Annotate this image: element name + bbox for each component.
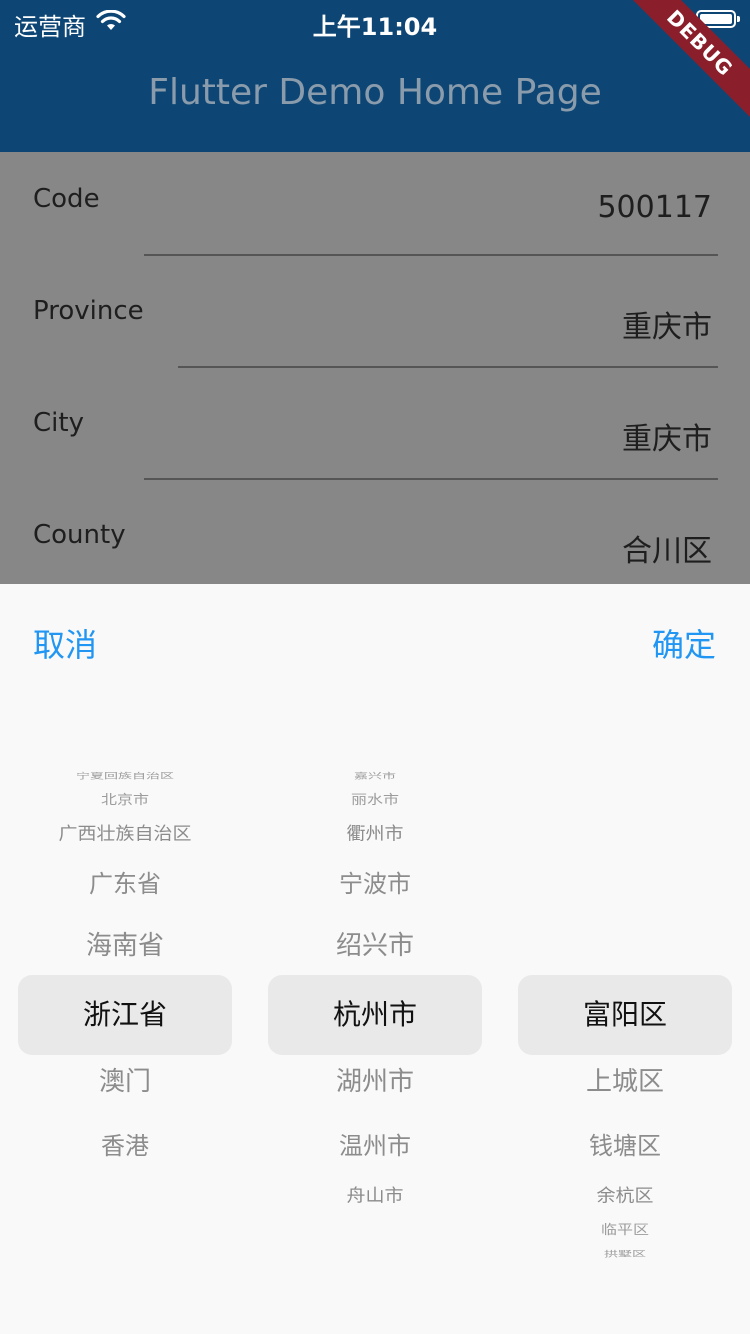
picker-item[interactable]: 钱塘区 <box>518 1132 732 1161</box>
form-row-province[interactable]: Province 重庆市 <box>0 264 750 376</box>
district-wheel[interactable]: 富阳区上城区钱塘区余杭区临平区拱墅区 <box>518 584 732 1334</box>
code-label: Code <box>33 184 100 214</box>
picker-item-selected[interactable]: 杭州市 <box>268 998 482 1032</box>
province-label: Province <box>33 296 144 326</box>
code-underline <box>144 254 718 256</box>
status-bar: 运营商 上午11:04 <box>0 0 750 44</box>
picker-item[interactable]: 绍兴市 <box>268 931 482 962</box>
picker-item[interactable]: 丽水市 <box>268 792 482 807</box>
picker-item[interactable]: 湖州市 <box>268 1067 482 1098</box>
picker-item-selected[interactable]: 富阳区 <box>518 998 732 1032</box>
picker-item[interactable]: 上城区 <box>518 1067 732 1098</box>
picker-item[interactable]: 衢州市 <box>268 824 482 845</box>
code-value[interactable]: 500117 <box>597 190 712 225</box>
picker-item[interactable]: 余杭区 <box>518 1186 732 1207</box>
county-value[interactable]: 合川区 <box>622 526 712 570</box>
clock: 上午11:04 <box>312 13 438 41</box>
picker-item[interactable]: 舟山市 <box>268 1186 482 1207</box>
picker-item[interactable]: 拱墅区 <box>518 1249 732 1258</box>
address-form: Code 500117 Province 重庆市 City 重庆市 County… <box>0 152 750 584</box>
province-underline <box>178 366 718 368</box>
picker-item-selected[interactable]: 浙江省 <box>18 998 232 1032</box>
picker-item[interactable]: 温州市 <box>268 1132 482 1161</box>
form-row-county[interactable]: County 合川区 <box>0 488 750 584</box>
form-row-city[interactable]: City 重庆市 <box>0 376 750 488</box>
picker-item[interactable]: 北京市 <box>18 792 232 807</box>
app-bar: 运营商 上午11:04 Flutter Demo Home Page DEBUG <box>0 0 750 152</box>
province-value[interactable]: 重庆市 <box>622 302 712 346</box>
province-wheel[interactable]: 宁夏回族自治区北京市广西壮族自治区广东省海南省浙江省澳门香港 <box>18 584 232 1334</box>
form-row-code[interactable]: Code 500117 <box>0 152 750 264</box>
city-value[interactable]: 重庆市 <box>622 414 712 458</box>
page-title: Flutter Demo Home Page <box>148 72 602 113</box>
county-label: County <box>33 520 126 550</box>
picker-item[interactable]: 澳门 <box>18 1067 232 1098</box>
picker-item[interactable]: 香港 <box>18 1132 232 1161</box>
picker-item[interactable]: 广西壮族自治区 <box>18 824 232 845</box>
picker-item[interactable]: 宁夏回族自治区 <box>18 771 232 780</box>
picker-item[interactable]: 宁波市 <box>268 870 482 899</box>
picker-item[interactable]: 广东省 <box>18 870 232 899</box>
city-underline <box>144 478 718 480</box>
city-wheel[interactable]: 嘉兴市丽水市衢州市宁波市绍兴市杭州市湖州市温州市舟山市 <box>268 584 482 1334</box>
picker-item[interactable]: 海南省 <box>18 931 232 962</box>
picker-item[interactable]: 嘉兴市 <box>268 771 482 780</box>
picker-item[interactable]: 临平区 <box>518 1222 732 1237</box>
picker-sheet: 取消 确定 宁夏回族自治区 北京市 广西壮族自治区 广东省 海南省 浙江省 澳门 香港 嘉兴市… <box>0 584 750 1334</box>
city-label: City <box>33 408 84 438</box>
